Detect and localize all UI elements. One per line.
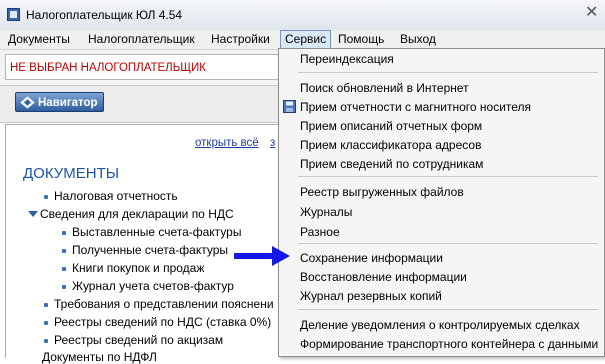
expand-triangle-icon[interactable]	[28, 211, 38, 217]
app-icon	[7, 8, 20, 21]
menu-item-save-data[interactable]: Сохранение информации	[300, 251, 443, 265]
menu-settings[interactable]: Настройки	[207, 32, 274, 47]
menu-item-import-address-classifier[interactable]: Прием классификатора адресов	[300, 138, 481, 152]
tree-item-explanation-requests[interactable]: Требования о представлении пояснени	[54, 297, 274, 311]
bullet-icon	[62, 267, 66, 271]
close-icon[interactable]: ✕	[585, 5, 598, 21]
no-taxpayer-warning: НЕ ВЫБРАН НАЛОГОПЛАТЕЛЬЩИК	[10, 62, 207, 74]
tree-item-tax-reporting[interactable]: Налоговая отчетность	[54, 189, 178, 203]
documents-heading: ДОКУМЕНТЫ	[23, 165, 120, 182]
bullet-icon	[44, 195, 48, 199]
menu-documents[interactable]: Документы	[4, 32, 74, 47]
tree-item-invoice-journal[interactable]: Журнал учета счетов-фактур	[72, 279, 234, 293]
navigator-label: Навигатор	[38, 97, 98, 109]
menu-item-reindex[interactable]: Переиндексация	[300, 52, 394, 66]
bullet-icon	[44, 321, 48, 325]
menu-separator	[298, 176, 598, 177]
menu-separator	[298, 72, 598, 73]
navigator-button[interactable]: Навигатор	[15, 92, 104, 112]
menu-help[interactable]: Помощь	[334, 32, 388, 47]
menu-item-split-notification[interactable]: Деление уведомления о контролируемых сде…	[300, 318, 580, 332]
floppy-disk-icon	[283, 100, 296, 113]
menu-item-restore-data[interactable]: Восстановление информации	[300, 270, 467, 284]
collapse-all-link[interactable]: з	[270, 137, 275, 149]
bullet-icon	[62, 249, 66, 253]
tree-item-vat-declaration[interactable]: Сведения для декларации по НДС	[40, 207, 234, 221]
tree-item-purchase-sales-books[interactable]: Книги покупок и продаж	[72, 261, 204, 275]
open-all-link[interactable]: открыть всё	[195, 137, 259, 149]
title-bar: Налогоплательщик ЮЛ 4.54 ✕	[0, 0, 605, 31]
bullet-icon	[44, 339, 48, 343]
window-title: Налогоплательщик ЮЛ 4.54	[26, 8, 183, 22]
menu-item-backup-journal[interactable]: Журнал резервных копий	[300, 289, 442, 303]
menu-item-import-employee-data[interactable]: Прием сведений по сотрудникам	[300, 157, 483, 171]
menu-separator	[298, 243, 598, 244]
tree-item-vat-registers[interactable]: Реестры сведений по НДС (ставка 0%)	[54, 315, 271, 329]
menu-exit[interactable]: Выход	[396, 32, 440, 47]
menu-separator	[298, 309, 598, 310]
tree-item-received-invoices[interactable]: Полученные счета-фактуры	[72, 243, 228, 257]
tree-item-excise-registers[interactable]: Реестры сведений по акцизам	[54, 333, 223, 347]
menu-taxpayer[interactable]: Налогоплательщик	[84, 32, 199, 47]
menu-item-check-updates[interactable]: Поиск обновлений в Интернет	[300, 81, 469, 95]
menu-item-misc[interactable]: Разное	[300, 225, 340, 239]
bullet-icon	[62, 231, 66, 235]
menu-item-exported-files-registry[interactable]: Реестр выгруженных файлов	[300, 185, 464, 199]
navigator-icon	[20, 96, 35, 109]
tree-item-issued-invoices[interactable]: Выставленные счета-фактуры	[72, 225, 241, 239]
menu-service[interactable]: Сервис	[280, 30, 332, 49]
pointer-arrow-icon	[234, 246, 290, 266]
menu-item-import-form-descriptions[interactable]: Прием описаний отчетных форм	[300, 119, 482, 133]
menu-item-journals[interactable]: Журналы	[300, 205, 352, 219]
menu-item-transport-container[interactable]: Формирование транспортного контейнера с …	[300, 337, 598, 351]
tree-item-ndfl-documents[interactable]: Документы по НДФЛ	[42, 350, 157, 364]
menu-item-import-from-media[interactable]: Прием отчетности с магнитного носителя	[300, 100, 531, 114]
bullet-icon	[44, 303, 48, 307]
bullet-icon	[62, 285, 66, 289]
